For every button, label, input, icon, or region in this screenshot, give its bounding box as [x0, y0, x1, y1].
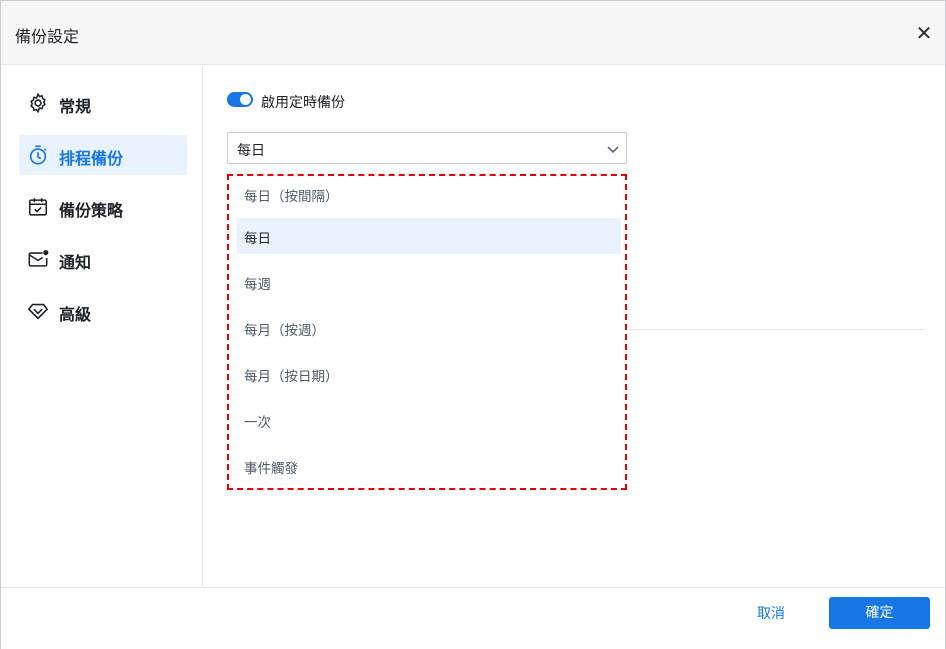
cancel-button[interactable]: 取消 [741, 598, 801, 630]
sidebar-item-advanced[interactable]: 高級 [19, 291, 187, 331]
section-divider [630, 329, 924, 330]
backup-settings-dialog: 備份設定 ✕ 常規 排程備份 備份策略 通知 高級 啟用定時備份 每日 每日（按… [0, 0, 946, 649]
schedule-type-dropdown: 每日（按間隔） 每日 每週 每月（按週） 每月（按日期） 一次 事件觸發 [227, 174, 627, 490]
option-monthly-by-week[interactable]: 每月（按週） [237, 310, 621, 346]
sidebar-item-label: 備份策略 [59, 201, 124, 220]
schedule-type-value: 每日 [237, 143, 265, 159]
sidebar-item-schedule-backup[interactable]: 排程備份 [19, 135, 187, 175]
option-weekly[interactable]: 每週 [237, 264, 621, 300]
sidebar-item-general[interactable]: 常規 [19, 83, 187, 123]
mail-icon [28, 249, 49, 267]
sidebar: 常規 排程備份 備份策略 通知 高級 [1, 66, 203, 586]
enable-schedule-label: 啟用定時備份 [261, 95, 345, 111]
sidebar-item-notification[interactable]: 通知 [19, 239, 187, 279]
sidebar-item-label: 通知 [59, 253, 92, 272]
enable-schedule-toggle[interactable] [227, 92, 253, 107]
option-daily-interval[interactable]: 每日（按間隔） [237, 176, 621, 212]
schedule-backup-panel: 啟用定時備份 每日 每日（按間隔） 每日 每週 每月（按週） 每月（按日期） 一… [204, 66, 945, 586]
gear-icon [30, 92, 46, 114]
option-daily[interactable]: 每日 [237, 218, 621, 254]
chevron-down-icon [607, 146, 619, 154]
sidebar-item-backup-strategy[interactable]: 備份策略 [19, 187, 187, 227]
option-monthly-by-date[interactable]: 每月（按日期） [237, 356, 621, 392]
option-event-trigger[interactable]: 事件觸發 [237, 448, 621, 484]
diamond-icon [27, 303, 49, 320]
sidebar-item-label: 常規 [59, 97, 92, 116]
confirm-button[interactable]: 確定 [829, 597, 930, 629]
dialog-footer: 取消 確定 [1, 587, 945, 649]
calendar-check-icon [28, 198, 48, 216]
close-icon[interactable]: ✕ [913, 23, 935, 45]
schedule-type-select[interactable]: 每日 [227, 132, 627, 164]
sidebar-item-label: 高級 [59, 305, 92, 324]
dialog-title: 備份設定 [15, 27, 80, 46]
title-bar: 備份設定 ✕ [1, 1, 945, 65]
option-once[interactable]: 一次 [237, 402, 621, 438]
sidebar-item-label: 排程備份 [59, 149, 124, 168]
stopwatch-icon [29, 145, 47, 165]
